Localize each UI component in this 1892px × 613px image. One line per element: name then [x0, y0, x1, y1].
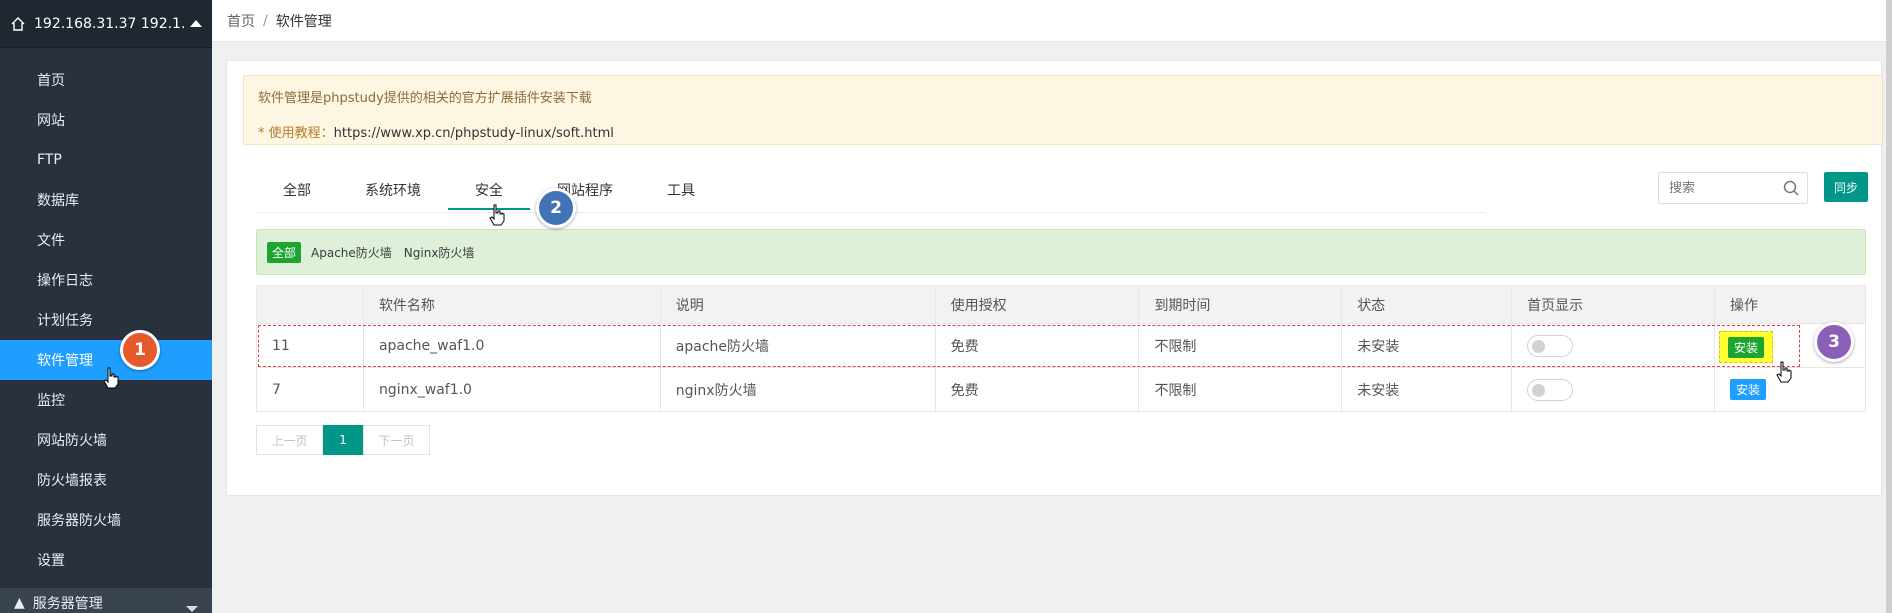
sidebar-item-label: 服务器管理 [32, 596, 103, 612]
col-name: 软件名称 [362, 285, 661, 324]
current-page[interactable]: 1 [323, 425, 363, 455]
cell-desc: apache防火墙 [659, 323, 936, 368]
sidebar-item-database[interactable]: 数据库 [0, 180, 212, 220]
server-selector[interactable]: 192.168.31.37 192.1... [0, 0, 212, 48]
sidebar-item-server-management[interactable]: ▲ 服务器管理 [0, 588, 212, 613]
caret-down-icon [186, 606, 198, 612]
sidebar-item-settings[interactable]: 设置 [0, 540, 212, 580]
notice-box: 软件管理是phpstudy提供的相关的官方扩展插件安装下载 * 使用教程：htt… [243, 75, 1883, 145]
callout-badge-3: 3 [1814, 322, 1854, 362]
sidebar-item-label: 服务器防火墙 [37, 513, 121, 529]
sidebar-item-label: 网站 [37, 113, 65, 129]
toggle-knob [1532, 383, 1546, 397]
col-id [256, 285, 364, 324]
next-page-button[interactable]: 下一页 [363, 425, 430, 455]
cell-homepage [1511, 323, 1716, 368]
sidebar-item-web-firewall[interactable]: 网站防火墙 [0, 420, 212, 460]
caret-up-icon [190, 20, 202, 27]
server-title: 192.168.31.37 192.1... [34, 15, 184, 32]
col-homepage: 首页显示 [1511, 285, 1716, 324]
filter-nginx[interactable]: Nginx防火墙 [404, 244, 475, 261]
sidebar-item-label: 监控 [37, 393, 65, 409]
sidebar-item-label: FTP [37, 152, 62, 168]
notice-tutorial: * 使用教程：https://www.xp.cn/phpstudy-linux/… [258, 122, 1868, 141]
hand-cursor-icon [1776, 361, 1792, 383]
sidebar-item-label: 文件 [37, 233, 65, 249]
table-row: 7 nginx_waf1.0 nginx防火墙 免费 不限制 未安装 安装 [256, 367, 1866, 412]
tab-all[interactable]: 全部 [256, 180, 338, 210]
filter-all[interactable]: 全部 [267, 241, 302, 263]
software-table: 软件名称 说明 使用授权 到期时间 状态 首页显示 操作 11 apache_w… [256, 285, 1866, 412]
cell-license: 免费 [934, 367, 1140, 412]
software-panel: 软件管理是phpstudy提供的相关的官方扩展插件安装下载 * 使用教程：htt… [226, 60, 1883, 496]
sidebar-item-label: 数据库 [37, 193, 79, 209]
sidebar-item-label: 设置 [37, 553, 65, 569]
cell-homepage [1511, 367, 1716, 412]
table-row: 11 apache_waf1.0 apache防火墙 免费 不限制 未安装 安装 [256, 323, 1866, 368]
col-license: 使用授权 [934, 285, 1140, 324]
sidebar-menu: 首页 网站 FTP 数据库 文件 操作日志 计划任务 软件管理 监控 网站防火墙… [0, 60, 212, 580]
graduation-icon: ▲ [14, 595, 25, 611]
filter-bar: 全部 Apache防火墙 Nginx防火墙 [256, 229, 1866, 275]
cell-expire: 不限制 [1138, 367, 1343, 412]
cell-expire: 不限制 [1138, 323, 1343, 368]
tutorial-label: * 使用教程： [258, 126, 334, 141]
hand-cursor-icon [103, 367, 119, 389]
install-highlight: 安装 [1719, 331, 1774, 363]
callout-badge-1: 1 [120, 330, 160, 370]
tab-system-env[interactable]: 系统环境 [338, 180, 448, 210]
sidebar-item-server-firewall[interactable]: 服务器防火墙 [0, 500, 212, 540]
tab-tools[interactable]: 工具 [640, 180, 722, 210]
sidebar-item-ftp[interactable]: FTP [0, 140, 212, 180]
install-button[interactable]: 安装 [1730, 379, 1767, 400]
col-desc: 说明 [659, 285, 936, 324]
breadcrumb-home[interactable]: 首页 [227, 11, 255, 31]
filter-apache[interactable]: Apache防火墙 [311, 244, 392, 261]
breadcrumb-separator: / [263, 12, 268, 29]
cell-status: 未安装 [1341, 367, 1513, 412]
sidebar-item-firewall-report[interactable]: 防火墙报表 [0, 460, 212, 500]
toggle-knob [1532, 339, 1546, 353]
breadcrumb: 首页 / 软件管理 [212, 0, 1892, 42]
sidebar: 192.168.31.37 192.1... 首页 网站 FTP 数据库 文件 … [0, 0, 212, 613]
tutorial-link[interactable]: https://www.xp.cn/phpstudy-linux/soft.ht… [334, 126, 614, 141]
hand-cursor-icon [489, 204, 505, 226]
sidebar-item-label: 首页 [37, 73, 65, 89]
sidebar-item-cron[interactable]: 计划任务 [0, 300, 212, 340]
install-button[interactable]: 安装 [1728, 336, 1765, 358]
homepage-toggle[interactable] [1527, 334, 1574, 357]
homepage-toggle[interactable] [1527, 378, 1574, 401]
table-header: 软件名称 说明 使用授权 到期时间 状态 首页显示 操作 [256, 285, 1866, 324]
pagination: 上一页 1 下一页 [256, 425, 430, 457]
sync-button[interactable]: 同步 [1824, 172, 1868, 202]
search-icon[interactable] [1782, 179, 1800, 197]
cell-name: nginx_waf1.0 [362, 367, 661, 412]
col-status: 状态 [1341, 285, 1513, 324]
prev-page-button[interactable]: 上一页 [256, 425, 323, 455]
breadcrumb-current: 软件管理 [275, 13, 332, 30]
cell-license: 免费 [934, 323, 1140, 368]
sidebar-item-label: 软件管理 [37, 353, 93, 369]
sidebar-item-files[interactable]: 文件 [0, 220, 212, 260]
sidebar-item-label: 网站防火墙 [37, 433, 107, 449]
cell-name: apache_waf1.0 [362, 323, 661, 368]
cell-status: 未安装 [1341, 323, 1513, 368]
col-action: 操作 [1714, 285, 1866, 324]
sidebar-item-home[interactable]: 首页 [0, 60, 212, 100]
notice-line: 软件管理是phpstudy提供的相关的官方扩展插件安装下载 [258, 91, 592, 106]
cell-id: 7 [256, 367, 364, 412]
cell-desc: nginx防火墙 [659, 367, 936, 412]
sidebar-item-label: 计划任务 [37, 313, 93, 329]
scrollbar[interactable] [1886, 0, 1892, 613]
callout-badge-2: 2 [536, 188, 576, 228]
sidebar-item-website[interactable]: 网站 [0, 100, 212, 140]
sidebar-item-label: 防火墙报表 [37, 473, 107, 489]
tabs-divider [256, 212, 1486, 213]
home-icon [11, 16, 25, 31]
col-expire: 到期时间 [1138, 285, 1343, 324]
sidebar-item-logs[interactable]: 操作日志 [0, 260, 212, 300]
cell-id: 11 [256, 323, 364, 368]
sidebar-item-label: 操作日志 [37, 273, 93, 289]
